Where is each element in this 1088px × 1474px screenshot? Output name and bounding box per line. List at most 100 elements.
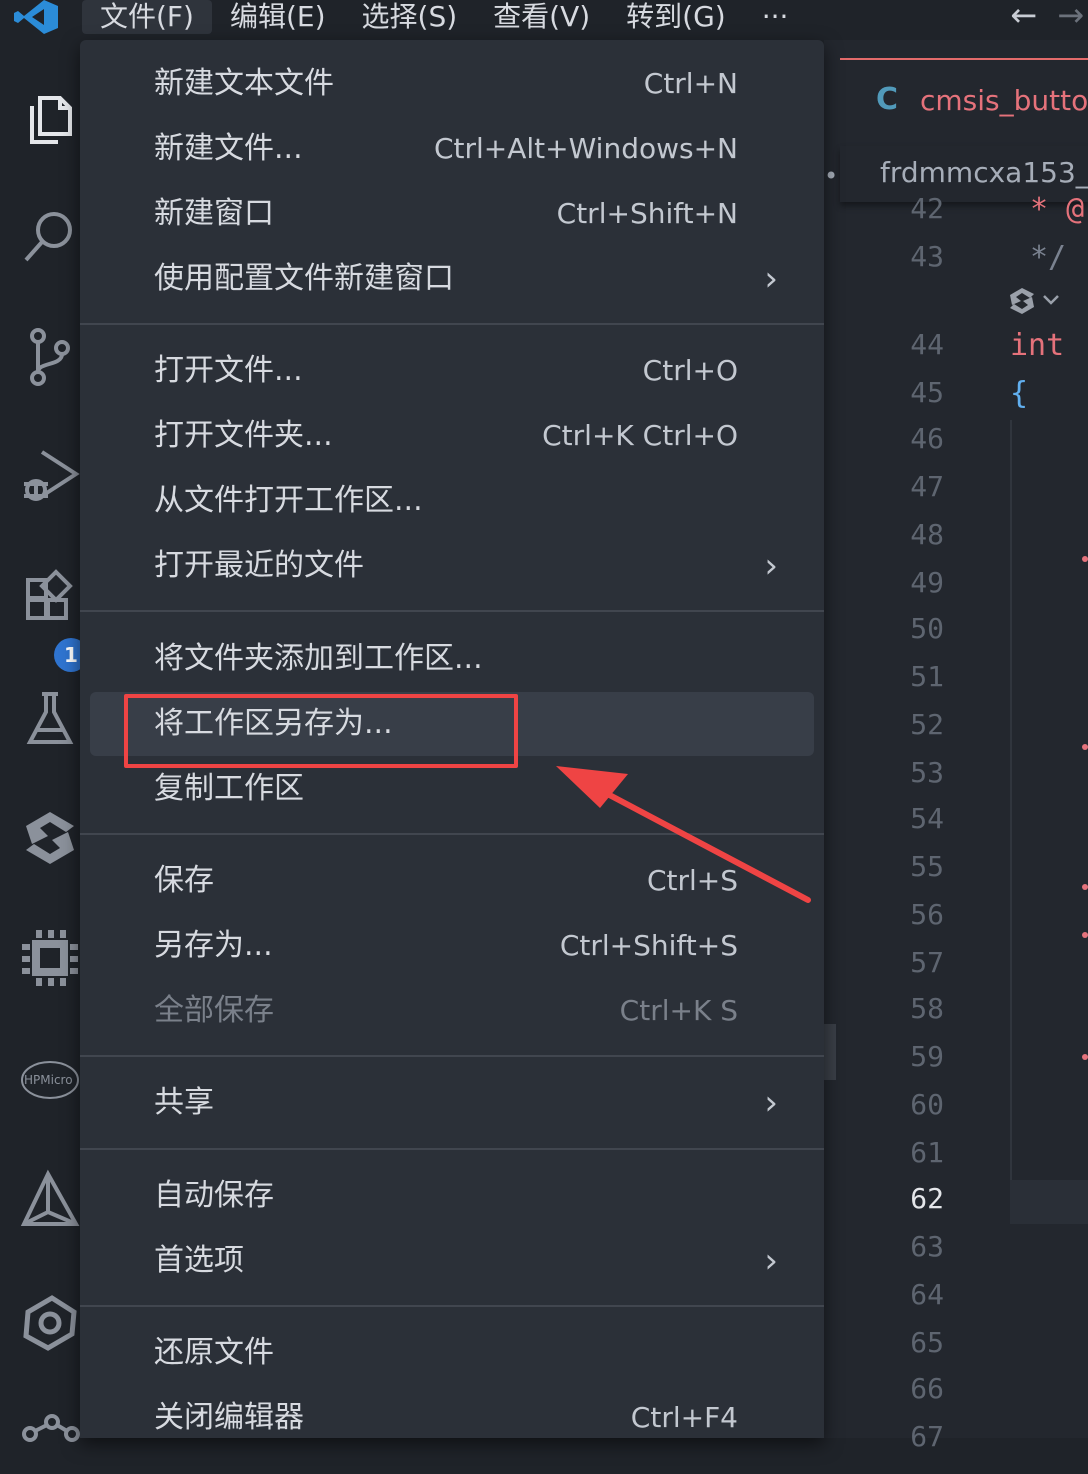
explorer-icon[interactable] — [18, 84, 82, 148]
menu-separator — [80, 1305, 824, 1307]
menu-item[interactable]: 另存为... Ctrl+Shift+S — [90, 918, 814, 974]
line-number: 66 — [910, 1372, 944, 1405]
testing-flask-icon[interactable] — [18, 686, 82, 750]
menu-bar: 文件(F) 编辑(E) 选择(S) 查看(V) 转到(G) ··· — [82, 0, 806, 34]
menu-item[interactable]: 从文件打开工作区... — [90, 473, 814, 529]
menu-item-label: 打开最近的文件 — [154, 548, 364, 583]
menu-item[interactable]: 自动保存 — [90, 1168, 814, 1224]
menu-item[interactable]: 复制工作区 — [90, 761, 814, 817]
code-line-44: int — [1010, 328, 1065, 363]
line-number: 59 — [910, 1040, 944, 1073]
source-control-icon[interactable] — [18, 324, 82, 388]
menu-item[interactable]: 共享 › — [90, 1075, 814, 1131]
menu-item-shortcut: Ctrl+Shift+S — [559, 929, 738, 962]
menu-item-label: 还原文件 — [154, 1335, 274, 1370]
line-number: 67 — [910, 1420, 944, 1453]
line-number: 64 — [910, 1278, 944, 1311]
line-number: 51 — [910, 660, 944, 693]
extensions-icon[interactable] — [18, 566, 82, 630]
menubar-item[interactable]: 编辑(E) — [212, 0, 344, 34]
line-number: 54 — [910, 802, 944, 835]
back-arrow-icon[interactable]: ← — [1010, 0, 1037, 34]
menu-item-label: 新建文本文件 — [154, 66, 334, 101]
menu-item-shortcut: Ctrl+Alt+Windows+N — [433, 132, 738, 165]
menu-item-shortcut: Ctrl+K Ctrl+O — [542, 419, 738, 452]
hpmicro-icon[interactable]: HPMicro — [18, 1048, 82, 1112]
extension-swirl-icon[interactable] — [18, 1290, 82, 1354]
menu-item[interactable]: 首选项 › — [90, 1233, 814, 1289]
line-number: 61 — [910, 1136, 944, 1169]
menu-item-label: 另存为... — [154, 928, 273, 963]
line-number: 50 — [910, 612, 944, 645]
submenu-chevron-icon: › — [764, 1241, 778, 1281]
menu-item[interactable]: 将文件夹添加到工作区... — [90, 631, 814, 687]
menubar-item[interactable]: ··· — [744, 0, 807, 34]
menu-item[interactable]: 打开文件夹... Ctrl+K Ctrl+O — [90, 408, 814, 464]
menu-item-label: 打开文件夹... — [154, 418, 333, 453]
graph-icon[interactable] — [18, 1406, 82, 1470]
mcuxpresso-icon[interactable] — [18, 806, 82, 870]
menu-item-shortcut: Ctrl+S — [646, 864, 738, 897]
menu-item[interactable]: 新建文本文件 Ctrl+N — [90, 56, 814, 112]
indent-guide — [1010, 420, 1012, 1180]
search-icon[interactable] — [18, 202, 82, 266]
menu-item-label: 复制工作区 — [154, 771, 304, 806]
menu-item-label: 新建窗口 — [154, 196, 274, 231]
menu-item-label: 使用配置文件新建窗口 — [154, 261, 454, 296]
chip-icon[interactable] — [18, 926, 82, 990]
line-number: 58 — [910, 992, 944, 1025]
menu-separator — [80, 323, 824, 325]
menu-item[interactable]: 全部保存 Ctrl+K S — [90, 983, 814, 1039]
menu-item[interactable]: 还原文件 — [90, 1325, 814, 1381]
menu-item-label: 全部保存 — [154, 993, 274, 1028]
line-number: 62 — [910, 1182, 944, 1215]
menu-item-label: 将文件夹添加到工作区... — [154, 641, 483, 676]
menu-item[interactable]: 保存 Ctrl+S — [90, 853, 814, 909]
codelens-icon[interactable] — [1008, 284, 1068, 318]
submenu-chevron-icon: › — [764, 1083, 778, 1123]
code-line-42: * @ — [1030, 192, 1085, 227]
breadcrumb-item[interactable]: frdmmcxa153_ — [880, 156, 1088, 189]
menu-item[interactable]: 使用配置文件新建窗口 › — [90, 251, 814, 307]
line-number: 43 — [910, 240, 944, 273]
c-file-icon: C — [876, 82, 899, 117]
menubar-item[interactable]: 文件(F) — [82, 0, 212, 34]
forward-arrow-icon[interactable]: → — [1057, 0, 1084, 34]
line-number: 63 — [910, 1230, 944, 1263]
menubar-item[interactable]: 转到(G) — [608, 0, 744, 34]
line-number: 44 — [910, 328, 944, 361]
menu-separator — [80, 1148, 824, 1150]
menu-item-label: 保存 — [154, 863, 214, 898]
menu-item-label: 新建文件... — [154, 131, 303, 166]
vscode-logo-icon[interactable] — [14, 0, 58, 34]
line-number: 46 — [910, 422, 944, 455]
current-line-highlight — [1010, 1180, 1088, 1224]
tab-filename[interactable]: cmsis_butto — [920, 84, 1088, 117]
menu-item-shortcut: Ctrl+N — [643, 67, 738, 100]
run-debug-icon[interactable] — [18, 444, 82, 508]
menu-item-label: 从文件打开工作区... — [154, 483, 423, 518]
line-number: 60 — [910, 1088, 944, 1121]
line-number: 53 — [910, 756, 944, 789]
menu-item-label: 共享 — [154, 1085, 214, 1120]
code-marker — [1082, 744, 1088, 750]
line-number: 57 — [910, 946, 944, 979]
menu-item[interactable]: 新建文件... Ctrl+Alt+Windows+N — [90, 121, 814, 177]
menu-item-label: 打开文件... — [154, 353, 303, 388]
menu-item[interactable]: 打开文件... Ctrl+O — [90, 343, 814, 399]
cmake-icon[interactable] — [18, 1168, 82, 1232]
menu-item[interactable]: 新建窗口 Ctrl+Shift+N — [90, 186, 814, 242]
code-marker — [1082, 556, 1088, 562]
line-number: 48 — [910, 518, 944, 551]
scrollbar-thumb[interactable] — [824, 1024, 836, 1080]
menu-item[interactable]: 打开最近的文件 › — [90, 538, 814, 594]
line-number: 42 — [910, 192, 944, 225]
svg-text:HPMicro: HPMicro — [24, 1073, 73, 1087]
menu-item-shortcut: Ctrl+O — [642, 354, 738, 387]
menubar-item[interactable]: 选择(S) — [344, 0, 476, 34]
menubar-item[interactable]: 查看(V) — [475, 0, 608, 34]
menu-separator — [80, 1055, 824, 1057]
code-marker — [1082, 884, 1088, 890]
line-number: 45 — [910, 376, 944, 409]
line-number: 52 — [910, 708, 944, 741]
